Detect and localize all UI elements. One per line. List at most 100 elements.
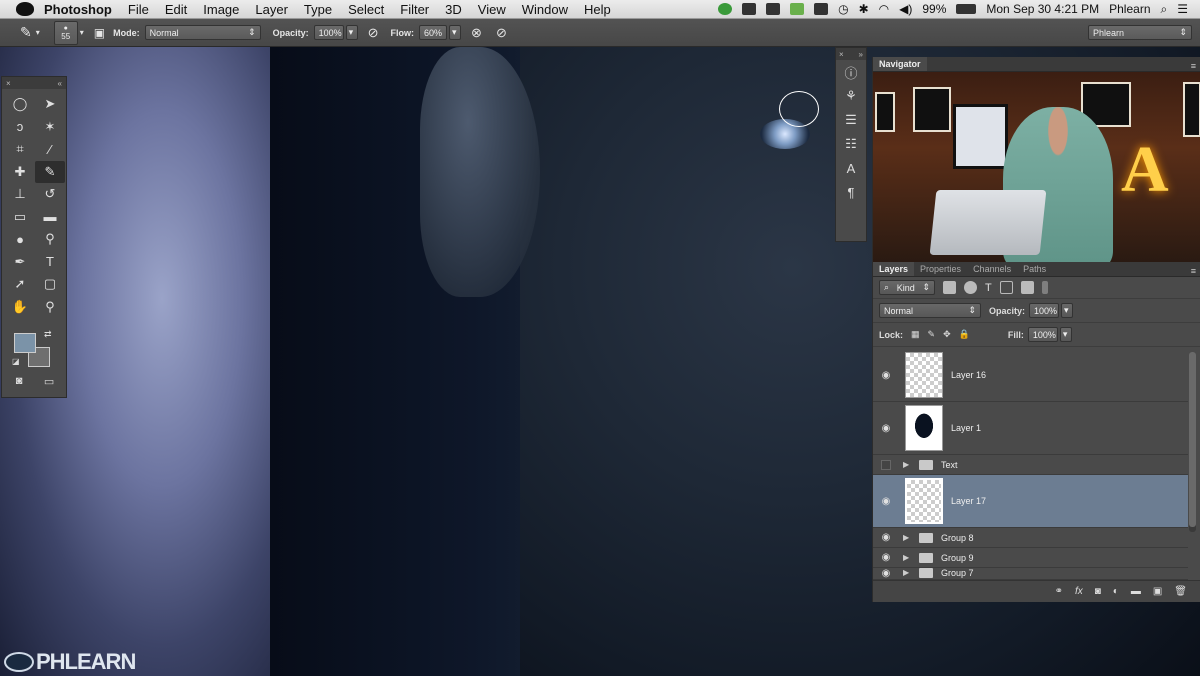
visibility-eye-icon[interactable]: ◉ <box>873 423 899 434</box>
layers-scrollbar[interactable] <box>1189 352 1196 532</box>
quick-mask-icon[interactable]: ◙ <box>16 375 23 388</box>
workspace-select[interactable]: Phlearn ⇕ <box>1088 25 1192 40</box>
menu-view[interactable]: View <box>478 2 506 17</box>
evernote-icon[interactable] <box>718 3 733 15</box>
type-filter-icon[interactable]: T <box>985 282 992 294</box>
layer-row-selected[interactable]: ◉ Layer 17 <box>873 475 1188 528</box>
healing-brush-tool-icon[interactable]: ✚ <box>5 161 35 184</box>
brush-presets-icon[interactable]: ⚘ <box>836 84 866 108</box>
monitor-icon[interactable] <box>790 3 805 15</box>
mode-select[interactable]: Normal ⇕ <box>144 25 261 40</box>
default-colors-icon[interactable]: ◪ <box>12 357 20 366</box>
brush-tool-icon[interactable]: ✎ <box>35 160 65 183</box>
menu-layer[interactable]: Layer <box>255 2 288 17</box>
group-name[interactable]: Group 7 <box>941 568 974 578</box>
group-row[interactable]: ▶ Text <box>873 455 1188 475</box>
notification-icon[interactable]: ☰ <box>1177 2 1188 16</box>
layer-opacity-dropdown[interactable]: ▾ <box>1061 303 1074 318</box>
zoom-tool-icon[interactable]: ⚲ <box>35 296 65 319</box>
new-layer-icon[interactable]: ▣ <box>1153 586 1162 597</box>
lasso-tool-icon[interactable]: ↄ <box>5 116 35 139</box>
foreground-color-swatch[interactable] <box>14 333 36 353</box>
eyedropper-tool-icon[interactable]: ⁄ <box>35 138 65 161</box>
pressure-opacity-icon[interactable]: ⊘ <box>368 25 379 41</box>
trash-icon[interactable]: 🗑 <box>1174 586 1187 597</box>
strip-header[interactable]: × » <box>836 48 866 60</box>
brush-tool-icon[interactable]: ✎ <box>20 24 32 41</box>
layer-comps-icon[interactable]: ☷ <box>836 132 866 156</box>
expand-arrow-icon[interactable]: ▶ <box>903 553 915 562</box>
hand-tool-icon[interactable]: ✋ <box>5 296 35 319</box>
group-row[interactable]: ◉ ▶ Group 8 <box>873 528 1188 548</box>
flow-input[interactable]: 60% <box>419 25 448 40</box>
pixel-filter-icon[interactable] <box>943 281 956 294</box>
tab-layers[interactable]: Layers <box>873 262 915 276</box>
battery-percent[interactable]: 99% <box>922 2 946 16</box>
navigator-preview[interactable]: A <box>873 72 1200 262</box>
history-brush-tool-icon[interactable]: ↺ <box>35 183 65 206</box>
group-row[interactable]: ◉ ▶ Group 7 <box>873 568 1188 580</box>
visibility-eye-icon[interactable]: ◉ <box>873 532 899 543</box>
new-group-icon[interactable]: ▬ <box>1131 586 1141 597</box>
adjustments-icon[interactable]: ☰ <box>836 108 866 132</box>
menu-window[interactable]: Window <box>522 2 568 17</box>
lock-image-icon[interactable]: ✎ <box>928 329 936 340</box>
brush-panel-icon[interactable]: ▣ <box>94 26 105 40</box>
bluetooth-icon[interactable]: ✱ <box>859 2 869 16</box>
character-icon[interactable]: A <box>836 156 866 180</box>
lock-all-icon[interactable]: 🔒 <box>959 329 970 340</box>
tab-channels[interactable]: Channels <box>967 262 1017 276</box>
eraser-tool-icon[interactable]: ▭ <box>5 206 35 229</box>
tab-paths[interactable]: Paths <box>1017 262 1052 276</box>
layer-opacity-input[interactable]: 100% <box>1029 303 1060 318</box>
swap-colors-icon[interactable]: ⇄ <box>44 329 52 340</box>
lock-transparent-icon[interactable]: ▦ <box>911 329 920 340</box>
blend-mode-select[interactable]: Normal ⇕ <box>879 303 981 318</box>
gradient-tool-icon[interactable]: ▬ <box>35 206 65 229</box>
wifi-icon[interactable]: ◠ <box>879 2 889 16</box>
tool-preset-dropdown[interactable]: ▾ <box>36 28 40 37</box>
blur-tool-icon[interactable]: ● <box>5 228 35 251</box>
shape-filter-icon[interactable] <box>999 281 1013 294</box>
crop-tool-icon[interactable]: ⌗ <box>5 138 35 161</box>
airplay-icon[interactable] <box>814 3 829 15</box>
smart-object-filter-icon[interactable] <box>1020 281 1034 294</box>
shape-tool-icon[interactable]: ▢ <box>35 273 65 296</box>
group-name[interactable]: Group 9 <box>941 553 974 563</box>
expand-arrow-icon[interactable]: ▶ <box>903 460 915 469</box>
lock-position-icon[interactable]: ✥ <box>943 329 951 340</box>
link-layers-icon[interactable]: ⚭ <box>1055 586 1063 597</box>
layer-name[interactable]: Layer 17 <box>951 496 986 506</box>
layer-style-icon[interactable]: fx <box>1075 586 1083 597</box>
adjustment-filter-icon[interactable] <box>964 281 977 294</box>
battery-icon[interactable] <box>956 4 977 14</box>
flow-dropdown[interactable]: ▾ <box>449 25 462 40</box>
tools-header[interactable]: × « <box>2 77 66 89</box>
clock[interactable]: Mon Sep 30 4:21 PM <box>986 2 1099 16</box>
clone-stamp-tool-icon[interactable]: ⊥ <box>5 183 35 206</box>
pressure-size-icon[interactable]: ⊘ <box>496 25 507 41</box>
pen-tool-icon[interactable]: ✒ <box>5 251 35 274</box>
app-menu[interactable]: Photoshop <box>44 2 112 17</box>
grid-icon[interactable] <box>742 3 757 15</box>
visibility-eye-icon[interactable]: ◉ <box>873 568 899 579</box>
menu-file[interactable]: File <box>128 2 149 17</box>
visibility-eye-icon[interactable]: ◉ <box>873 552 899 563</box>
group-name[interactable]: Text <box>941 460 958 470</box>
scrollbar-thumb[interactable] <box>1189 352 1196 527</box>
brush-preset-picker[interactable]: ● 55 <box>53 20 78 45</box>
type-tool-icon[interactable]: T <box>35 251 65 274</box>
user-name[interactable]: Phlearn <box>1109 2 1150 16</box>
opacity-dropdown[interactable]: ▾ <box>345 25 358 40</box>
brush-preset-dropdown[interactable]: ▾ <box>80 28 84 37</box>
menu-select[interactable]: Select <box>348 2 384 17</box>
path-selection-tool-icon[interactable]: ➚ <box>5 273 35 296</box>
layer-row[interactable]: ◉ Layer 1 <box>873 402 1188 455</box>
close-icon[interactable]: × <box>839 50 844 59</box>
group-name[interactable]: Group 8 <box>941 533 974 543</box>
menu-3d[interactable]: 3D <box>445 2 462 17</box>
menu-filter[interactable]: Filter <box>400 2 429 17</box>
filter-toggle-icon[interactable] <box>1041 281 1048 294</box>
fill-dropdown[interactable]: ▾ <box>1059 327 1072 342</box>
info-icon[interactable]: ⓘ <box>836 60 866 84</box>
